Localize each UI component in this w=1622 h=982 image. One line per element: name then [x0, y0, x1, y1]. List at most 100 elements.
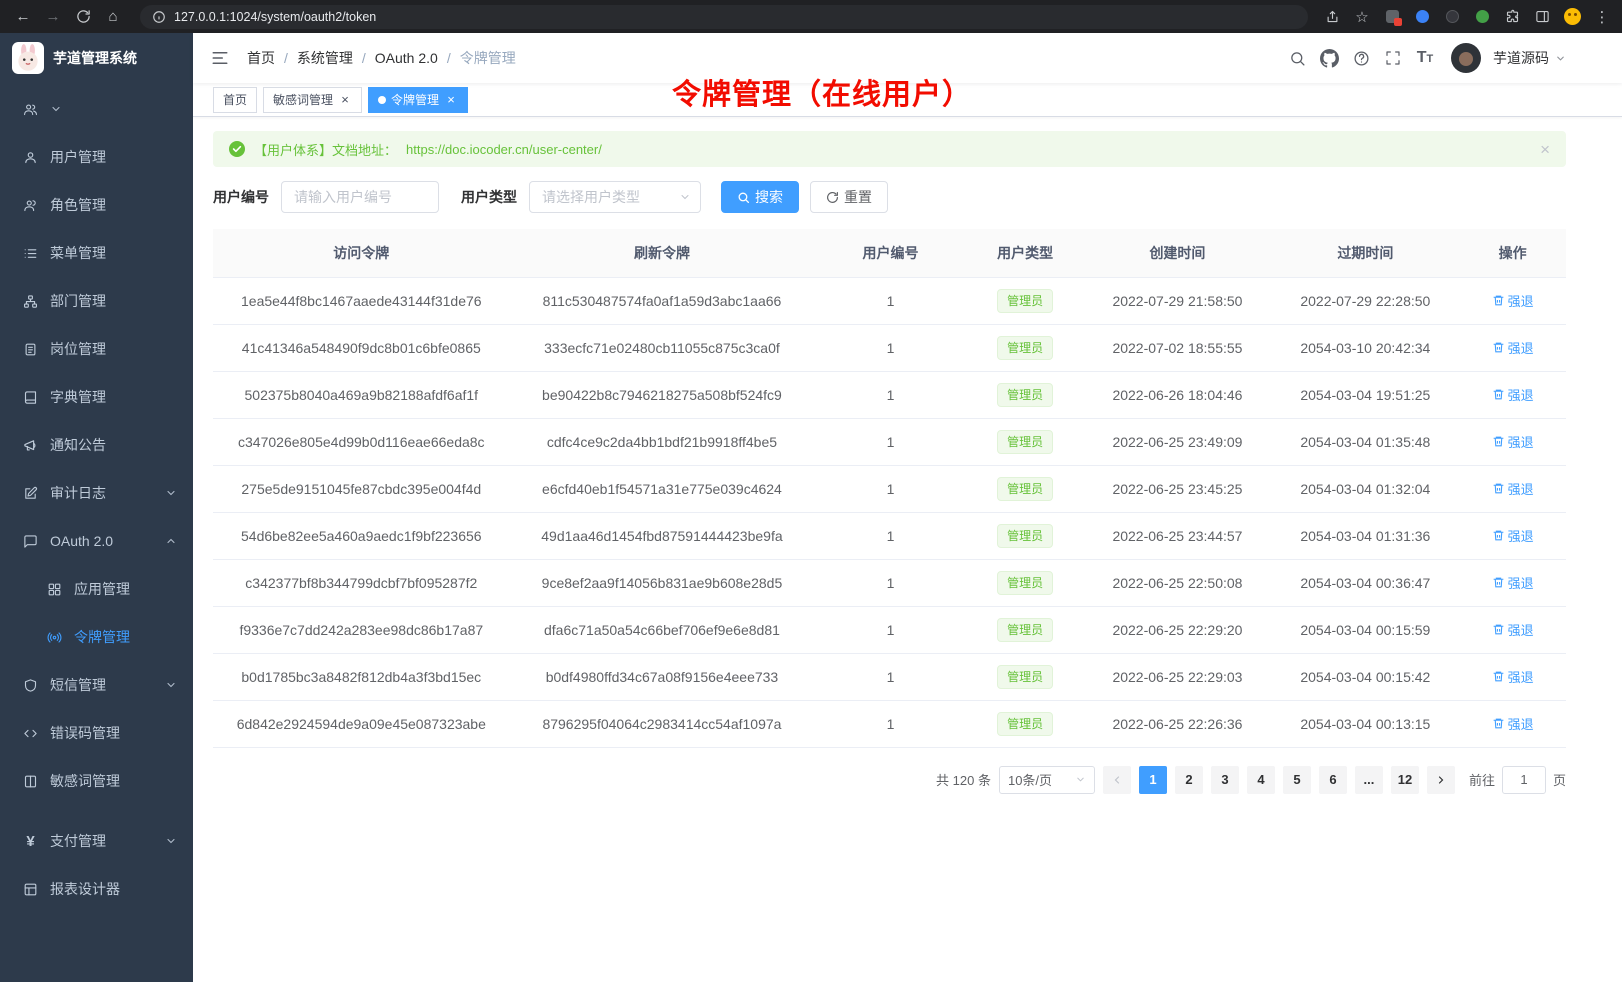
alert-doc-link[interactable]: https://doc.iocoder.cn/user-center/: [406, 142, 602, 157]
user-name[interactable]: 芋道源码: [1493, 48, 1549, 68]
goto-page-input[interactable]: [1502, 766, 1546, 794]
cell-refresh-token: e6cfd40eb1f54571a31e775e039c4624: [510, 465, 815, 512]
cell-actions: 强退: [1459, 324, 1566, 371]
sidebar-item-oauth2-client[interactable]: 应用管理: [0, 565, 193, 613]
forward-icon[interactable]: →: [40, 4, 66, 30]
back-icon[interactable]: ←: [10, 4, 36, 30]
prev-page-button[interactable]: [1103, 766, 1131, 794]
goto-label: 前往: [1469, 770, 1495, 789]
profile-avatar[interactable]: [1562, 7, 1582, 27]
user-avatar[interactable]: [1451, 43, 1481, 73]
sidebar-item-sensitive-word[interactable]: 敏感词管理: [0, 757, 193, 805]
force-logout-button[interactable]: 强退: [1492, 526, 1534, 545]
sidebar-item-notice[interactable]: 通知公告: [0, 421, 193, 469]
sidebar-item-oauth2[interactable]: OAuth 2.0: [0, 517, 193, 565]
hamburger-icon[interactable]: [209, 47, 231, 69]
sidebar-item-error-code[interactable]: 错误码管理: [0, 709, 193, 757]
search-button[interactable]: 搜索: [721, 181, 799, 213]
home-icon[interactable]: ⌂: [100, 4, 126, 30]
pager-page-6[interactable]: 6: [1319, 766, 1347, 794]
breadcrumb-item[interactable]: OAuth 2.0: [375, 50, 438, 66]
cell-user-type: 管理员: [967, 653, 1084, 700]
app-logo[interactable]: 芋道管理系统: [0, 33, 193, 83]
address-bar[interactable]: 127.0.0.1:1024/system/oauth2/token: [140, 5, 1308, 29]
extension-red-icon[interactable]: [1382, 7, 1402, 27]
active-tab-dot: [378, 96, 386, 104]
sidebar-item-post[interactable]: 岗位管理: [0, 325, 193, 373]
cell-user-type: 管理员: [967, 465, 1084, 512]
sidebar-item-tenant[interactable]: 租户管理: [0, 85, 193, 133]
cell-user-type: 管理员: [967, 512, 1084, 559]
pager-page-1[interactable]: 1: [1139, 766, 1167, 794]
search-icon[interactable]: [1283, 44, 1311, 72]
cell-actions: 强退: [1459, 418, 1566, 465]
layout-icon: [22, 882, 39, 897]
sidebar-item-sms[interactable]: 短信管理: [0, 661, 193, 709]
force-logout-button[interactable]: 强退: [1492, 573, 1534, 592]
sidebar-item-user[interactable]: 用户管理: [0, 133, 193, 181]
help-icon[interactable]: [1347, 44, 1375, 72]
side-panel-icon[interactable]: [1532, 7, 1552, 27]
github-icon[interactable]: [1315, 44, 1343, 72]
user-type-tag: 管理员: [997, 618, 1053, 642]
page-size-select[interactable]: 10条/页: [999, 766, 1095, 794]
force-logout-button[interactable]: 强退: [1492, 667, 1534, 686]
sidebar-item-dept[interactable]: 部门管理: [0, 277, 193, 325]
extensions-puzzle-icon[interactable]: [1502, 7, 1522, 27]
tab-token[interactable]: 令牌管理×: [368, 87, 468, 113]
sidebar-item-oauth2-token[interactable]: 令牌管理: [0, 613, 193, 661]
sidebar-item-label: 用户管理: [50, 147, 177, 167]
role-icon: [22, 198, 39, 213]
menu-kebab-icon[interactable]: ⋮: [1592, 7, 1612, 27]
extension-blue-icon[interactable]: [1412, 7, 1432, 27]
close-icon[interactable]: ×: [444, 93, 458, 107]
force-logout-button[interactable]: 强退: [1492, 479, 1534, 498]
column-header: 过期时间: [1271, 229, 1459, 277]
code-icon: [22, 726, 39, 741]
breadcrumb-item[interactable]: 系统管理: [297, 48, 353, 68]
sidebar-item-role[interactable]: 角色管理: [0, 181, 193, 229]
user-id-input[interactable]: [281, 181, 439, 213]
user-icon: [22, 150, 39, 165]
font-size-icon[interactable]: TT: [1411, 44, 1439, 72]
browser-chrome: ← → ⌂ 127.0.0.1:1024/system/oauth2/token…: [0, 0, 1622, 33]
bookmark-star-icon[interactable]: ☆: [1352, 7, 1372, 27]
force-logout-button[interactable]: 强退: [1492, 714, 1534, 733]
force-logout-button[interactable]: 强退: [1492, 291, 1534, 310]
force-logout-button[interactable]: 强退: [1492, 620, 1534, 639]
force-logout-button[interactable]: 强退: [1492, 385, 1534, 404]
sidebar-item-menu[interactable]: 菜单管理: [0, 229, 193, 277]
cell-expire-time: 2054-03-04 01:35:48: [1271, 418, 1459, 465]
pager-page-12[interactable]: 12: [1391, 766, 1419, 794]
sidebar-item-dict[interactable]: 字典管理: [0, 373, 193, 421]
pager-page-5[interactable]: 5: [1283, 766, 1311, 794]
sidebar-item-label: OAuth 2.0: [50, 533, 154, 549]
reload-icon[interactable]: [70, 4, 96, 30]
reset-button[interactable]: 重置: [810, 181, 888, 213]
pager-page-3[interactable]: 3: [1211, 766, 1239, 794]
close-icon[interactable]: ×: [1540, 141, 1550, 158]
sidebar-item-pay[interactable]: ¥支付管理: [0, 817, 193, 865]
sidebar-item-label: 审计日志: [50, 483, 154, 503]
chevron-down-icon[interactable]: [1555, 53, 1566, 64]
site-info-icon[interactable]: [152, 10, 166, 24]
close-icon[interactable]: ×: [338, 93, 352, 107]
extension-green-icon[interactable]: [1472, 7, 1492, 27]
tab-sensitive-word[interactable]: 敏感词管理×: [263, 87, 362, 113]
force-logout-button[interactable]: 强退: [1492, 432, 1534, 451]
tab-home[interactable]: 首页: [213, 87, 257, 113]
force-logout-button[interactable]: 强退: [1492, 338, 1534, 357]
cell-access-token: 6d842e2924594de9a09e45e087323abe: [213, 700, 510, 747]
pager-page-4[interactable]: 4: [1247, 766, 1275, 794]
user-type-select[interactable]: 请选择用户类型: [529, 181, 701, 213]
sidebar-item-report-designer[interactable]: 报表设计器: [0, 865, 193, 913]
browser-toolbar-icons: ☆⋮: [1322, 7, 1612, 27]
share-icon[interactable]: [1322, 7, 1342, 27]
next-page-button[interactable]: [1427, 766, 1455, 794]
pager-ellipsis[interactable]: ...: [1355, 766, 1383, 794]
breadcrumb-item[interactable]: 首页: [247, 48, 275, 68]
sidebar-item-audit-log[interactable]: 审计日志: [0, 469, 193, 517]
extension-dark-icon[interactable]: [1442, 7, 1462, 27]
pager-page-2[interactable]: 2: [1175, 766, 1203, 794]
fullscreen-icon[interactable]: [1379, 44, 1407, 72]
